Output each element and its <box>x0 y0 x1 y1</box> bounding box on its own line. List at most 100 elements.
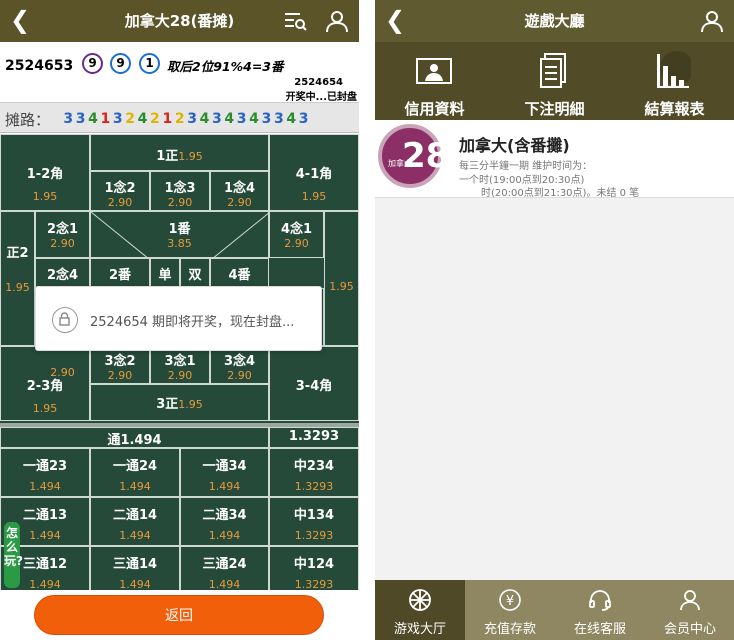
wheel-icon <box>409 589 431 611</box>
document-list-icon <box>540 53 566 88</box>
bet-shuang[interactable]: 双 <box>180 258 210 288</box>
bet-tong-cell[interactable]: 二通14 1.494 <box>90 497 180 546</box>
road-digit: 3 <box>63 111 74 127</box>
result-ball: 9 <box>110 53 131 74</box>
road-digit: 3 <box>112 111 123 127</box>
road-digit: 3 <box>75 111 86 127</box>
bet-nian-3-4[interactable]: 3念4 2.90 <box>210 346 269 384</box>
road-history: 摊路： 33413242123434343343 <box>0 103 359 133</box>
game-name: 加拿大(含番攤) <box>459 136 570 155</box>
road-digit: 4 <box>224 111 235 127</box>
tab-member[interactable]: 会员中心 <box>645 580 734 640</box>
closing-toast: 2524654 期即将开奖，现在封盘... <box>35 286 322 351</box>
bet-tong-cell[interactable]: 三通14 1.494 <box>90 546 180 595</box>
road-digit: 3 <box>298 111 309 127</box>
road-digit: 4 <box>88 111 98 127</box>
id-card-icon <box>416 58 452 84</box>
user-icon[interactable] <box>325 9 349 33</box>
tab-label: 在线客服 <box>573 622 626 637</box>
bet-zheng-3[interactable]: 3正1.95 <box>90 384 269 421</box>
bet-nian-1-2[interactable]: 1念2 2.90 <box>90 171 150 211</box>
bet-tong-cell[interactable]: 二通34 1.494 <box>180 497 269 546</box>
bet-dan[interactable]: 单 <box>150 258 180 288</box>
yen-coin-icon: ¥ <box>499 589 521 611</box>
draw-result: 2524653 9 9 1 取后2位91%4=3番 2524654 开奖中...… <box>0 42 359 103</box>
game-hall-panel: ❮ 遊戲大廳 信用資料 下注明細 結算報表 28 加拿大 加拿大(含番攤) 每三… <box>375 0 734 640</box>
road-sequence: 33413242123434343343 <box>62 108 310 127</box>
tool-label: 結算報表 <box>644 100 705 118</box>
tool-bet-details[interactable]: 下注明細 <box>495 42 614 120</box>
bet-corner-1-2[interactable]: 1-2角 1.95 <box>0 134 90 211</box>
bet-nian-3-2[interactable]: 3念2 2.90 <box>90 346 150 384</box>
tab-game-hall[interactable]: 游戏大厅 <box>375 580 465 640</box>
bet-tong-cell[interactable]: 三通24 1.494 <box>180 546 269 595</box>
bet-nian-2-1[interactable]: 2念1 2.90 <box>35 211 90 258</box>
hall-toolbar: 信用資料 下注明細 結算報表 <box>375 42 734 120</box>
road-digit: 3 <box>187 111 197 127</box>
headset-icon <box>589 590 611 611</box>
tab-label: 充值存款 <box>483 622 536 637</box>
tool-label: 下注明細 <box>524 100 585 118</box>
game-card[interactable]: 28 加拿大 加拿大(含番攤) 每三分半鐘一期 维护时间为： 一个时(19:00… <box>375 120 734 199</box>
panel-divider <box>359 0 375 640</box>
bet-zheng-1[interactable]: 1正1.95 <box>90 134 269 171</box>
tool-credit-info[interactable]: 信用資料 <box>375 42 494 120</box>
bet-tong-cell[interactable]: 一通34 1.494 <box>180 448 269 497</box>
return-button[interactable]: 返回 <box>34 595 324 635</box>
user-icon[interactable] <box>700 9 724 33</box>
lock-icon <box>52 307 78 333</box>
result-ball: 9 <box>82 53 103 74</box>
tab-label: 会员中心 <box>663 622 716 637</box>
bet-zheng-4[interactable]: 1.95 <box>324 211 359 346</box>
bet-tong-cell[interactable]: 中124 1.3293 <box>269 546 359 595</box>
filter-list-icon[interactable] <box>284 11 308 31</box>
hall-header: ❮ 遊戲大廳 <box>375 0 734 42</box>
bet-zhong-header[interactable]: 1.3293 <box>269 427 359 448</box>
logo-number: 28 <box>402 136 450 176</box>
road-digit: 3 <box>236 111 247 127</box>
bet-nian-3-1[interactable]: 3念1 2.90 <box>150 346 210 384</box>
bet-tong-cell[interactable]: 中234 1.3293 <box>269 448 359 497</box>
tab-deposit[interactable]: ¥ 充值存款 <box>465 580 555 640</box>
toast-message: 2524654 期即将开奖，现在封盘... <box>90 315 295 330</box>
bet-tong-cell[interactable]: 一通24 1.494 <box>90 448 180 497</box>
road-digit: 3 <box>212 111 222 127</box>
bet-zheng-2[interactable]: 正2 1.95 <box>0 211 35 346</box>
tab-support[interactable]: 在线客服 <box>555 580 645 640</box>
road-digit: 4 <box>137 111 148 127</box>
road-digit: 2 <box>125 111 136 127</box>
svg-text:¥: ¥ <box>506 594 514 609</box>
road-digit: 4 <box>249 111 259 127</box>
bet-tong-cell[interactable]: 中134 1.3293 <box>269 497 359 546</box>
bet-tong-cell[interactable]: 一通23 1.494 <box>0 448 90 497</box>
road-digit: 4 <box>199 111 210 127</box>
road-digit: 2 <box>174 111 185 127</box>
road-digit: 2 <box>150 111 160 127</box>
bet-nian-4-1[interactable]: 4念1 2.90 <box>269 211 324 258</box>
bet-corner-3-4[interactable]: 3-4角 <box>269 346 359 421</box>
road-digit: 1 <box>100 111 111 127</box>
tool-settlement-report[interactable]: 結算報表 <box>615 42 734 120</box>
road-label: 摊路： <box>5 111 51 129</box>
left-footer: 返回 <box>0 590 359 640</box>
page-title: 遊戲大廳 <box>524 12 585 30</box>
result-ball: 1 <box>139 53 160 74</box>
bet-nian-1-3[interactable]: 1念3 2.90 <box>150 171 210 211</box>
tool-label: 信用資料 <box>404 100 465 118</box>
game-info-line: 每三分半鐘一期 维护时间为： <box>459 161 593 172</box>
bet-fan-4[interactable]: 4番 <box>210 258 269 288</box>
game-info-line: 时(20:00点到21:30点)。未结 0 笔 <box>481 188 640 199</box>
bet-fan-2[interactable]: 2番 <box>90 258 150 288</box>
how-to-play-button[interactable]: 怎么玩? <box>4 522 23 588</box>
road-digit: 4 <box>286 111 297 127</box>
bet-corner-4-1[interactable]: 4-1角 1.95 <box>269 134 359 211</box>
bet-nian-1-4[interactable]: 1念4 2.90 <box>210 171 269 211</box>
bet-tong-header[interactable]: 通1.494 <box>0 427 269 448</box>
next-issue-number: 2524654 <box>294 77 343 88</box>
road-digit: 3 <box>273 111 284 127</box>
bet-nian-2-4[interactable]: 2念4 <box>35 258 90 288</box>
betting-header: ❮ 加拿大28(番摊) <box>0 0 359 42</box>
bet-fan-1[interactable]: 1番 3.85 <box>90 211 269 258</box>
road-digit: 3 <box>261 111 272 127</box>
bar-chart-icon <box>657 51 691 88</box>
